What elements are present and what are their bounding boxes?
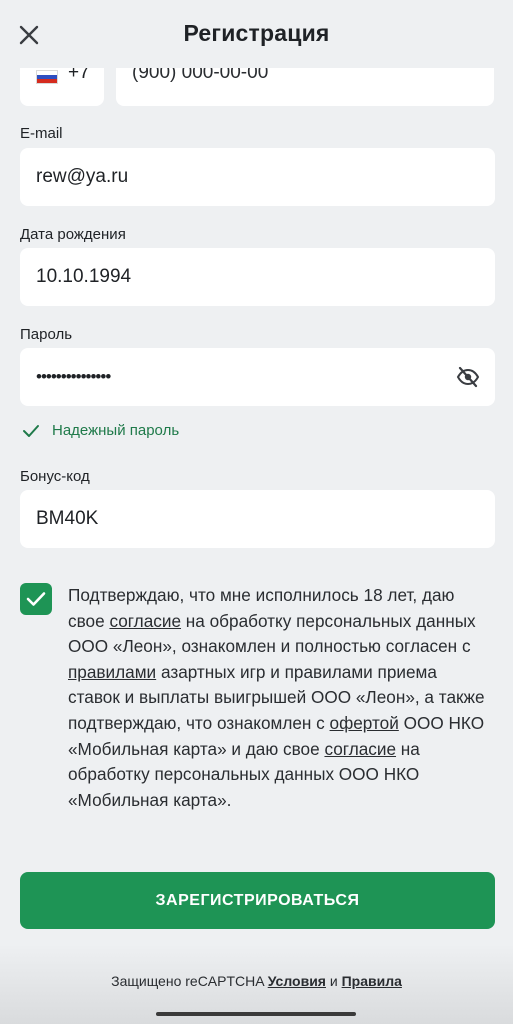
password-field[interactable]: ••••••••••••••• (20, 348, 495, 406)
page-title: Регистрация (183, 20, 330, 46)
check-icon (23, 424, 39, 437)
home-indicator (156, 1012, 356, 1016)
recaptcha-privacy-link[interactable]: Правила (342, 973, 402, 989)
recaptcha-and-text: и (325, 973, 342, 989)
bonus-code-label: Бонус-код (20, 468, 90, 485)
russia-flag-icon (36, 70, 58, 84)
recaptcha-text: Защищено reCAPTCHA (111, 973, 268, 989)
password-strength-text: Надежный пароль (52, 422, 180, 439)
birthdate-field[interactable]: 10.10.1994 (20, 248, 495, 306)
email-value: rew@ya.ru (36, 166, 129, 187)
consent-link-personal-data-leon[interactable]: согласие (109, 611, 181, 631)
email-label: E-mail (20, 125, 63, 142)
bonus-code-value: BM40K (36, 508, 99, 529)
check-icon (26, 592, 46, 606)
recaptcha-footer: Защищено reCAPTCHA Условия и Правила (0, 973, 513, 989)
password-value: ••••••••••••••• (36, 367, 111, 386)
password-strength-hint: Надежный пароль (22, 422, 179, 439)
email-field[interactable]: rew@ya.ru (20, 148, 495, 206)
birthdate-value: 10.10.1994 (36, 266, 132, 287)
eye-off-icon (456, 366, 480, 388)
birthdate-label: Дата рождения (20, 226, 126, 243)
bonus-code-field[interactable]: BM40K (20, 490, 495, 548)
offer-link[interactable]: офертой (330, 713, 399, 733)
header: Регистрация (0, 0, 513, 68)
password-label: Пароль (20, 326, 73, 343)
consent-text: Подтверждаю, что мне исполнилось 18 лет,… (68, 583, 493, 813)
consent-link-personal-data-nko[interactable]: согласие (324, 739, 396, 759)
recaptcha-terms-link[interactable]: Условия (268, 973, 326, 989)
rules-link[interactable]: правилами (68, 662, 156, 682)
consent-checkbox[interactable] (20, 583, 52, 615)
toggle-password-visibility-button[interactable] (455, 364, 481, 390)
register-button[interactable]: ЗАРЕГИСТРИРОВАТЬСЯ (20, 872, 495, 929)
